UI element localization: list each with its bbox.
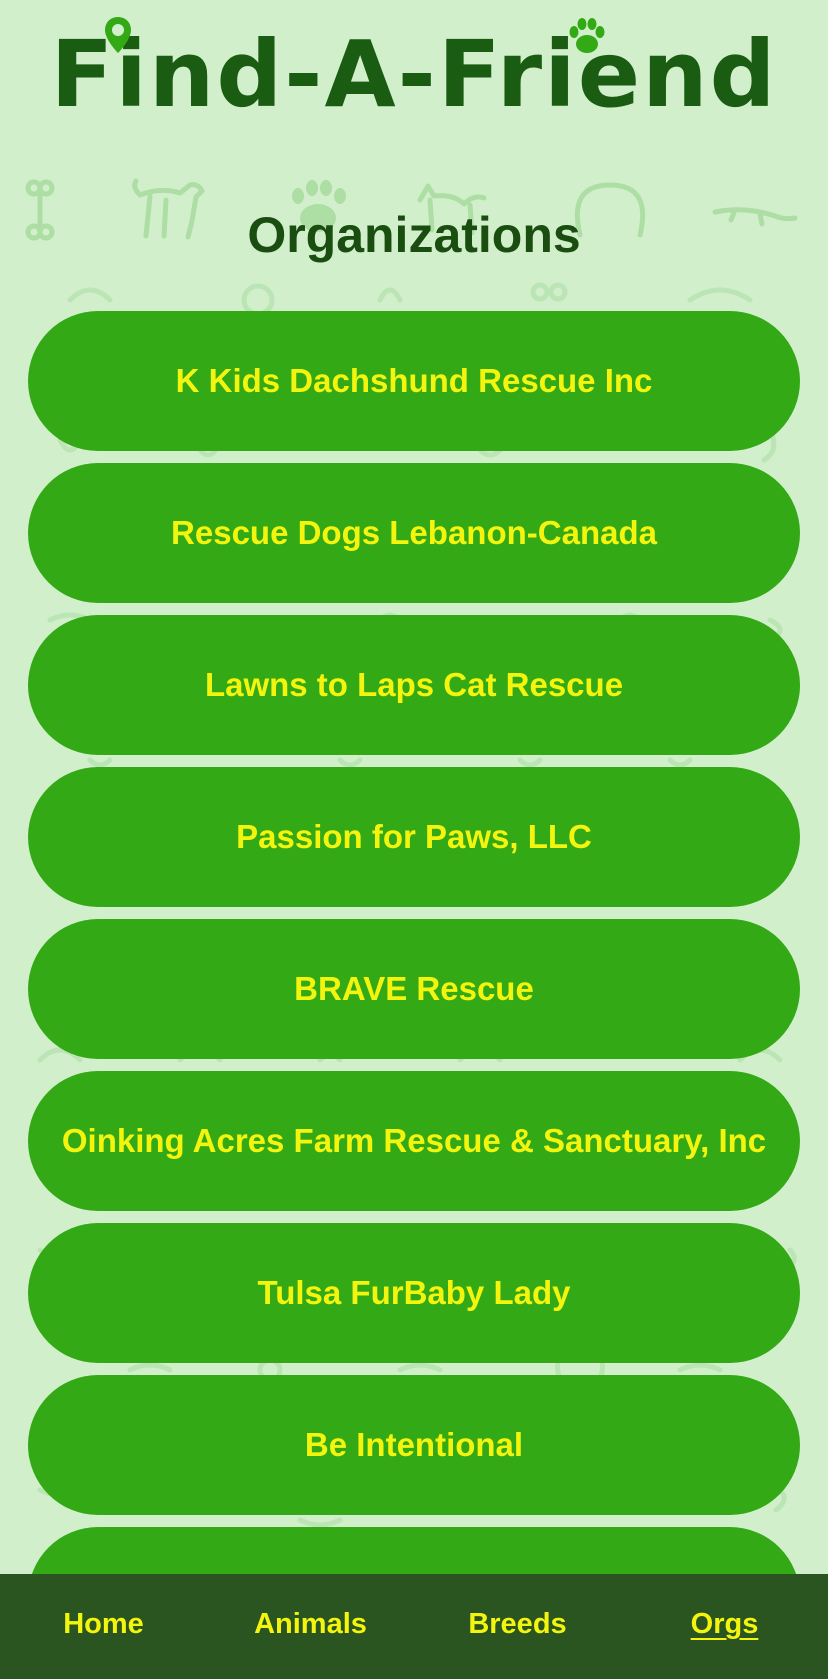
organization-button[interactable]: Tulsa FurBaby Lady: [28, 1223, 800, 1363]
logo-wordmark: Find-A-Friend: [51, 17, 778, 121]
map-pin-icon: [104, 17, 131, 53]
tab-orgs[interactable]: Orgs: [621, 1608, 828, 1645]
organization-button[interactable]: Oinking Acres Farm Rescue & Sanctuary, I…: [28, 1071, 800, 1211]
page-title: Organizations: [247, 207, 581, 263]
logo-text: Find-A-Friend: [50, 21, 778, 128]
organization-button[interactable]: Rescue Dogs Lebanon-Canada: [28, 463, 800, 603]
paw-icon: [569, 18, 605, 53]
tab-animals[interactable]: Animals: [207, 1608, 414, 1645]
app-logo[interactable]: Find-A-Friend: [0, 17, 828, 130]
organization-list[interactable]: K Kids Dachshund Rescue Inc Rescue Dogs …: [28, 311, 800, 1679]
tab-breeds[interactable]: Breeds: [414, 1608, 621, 1645]
organization-button[interactable]: Lawns to Laps Cat Rescue: [28, 615, 800, 755]
organization-button[interactable]: K Kids Dachshund Rescue Inc: [28, 311, 800, 451]
organization-button[interactable]: Passion for Paws, LLC: [28, 767, 800, 907]
bottom-tab-bar: Home Animals Breeds Orgs: [0, 1574, 828, 1679]
tab-home[interactable]: Home: [0, 1608, 207, 1645]
organization-button[interactable]: BRAVE Rescue: [28, 919, 800, 1059]
organization-button[interactable]: Be Intentional: [28, 1375, 800, 1515]
